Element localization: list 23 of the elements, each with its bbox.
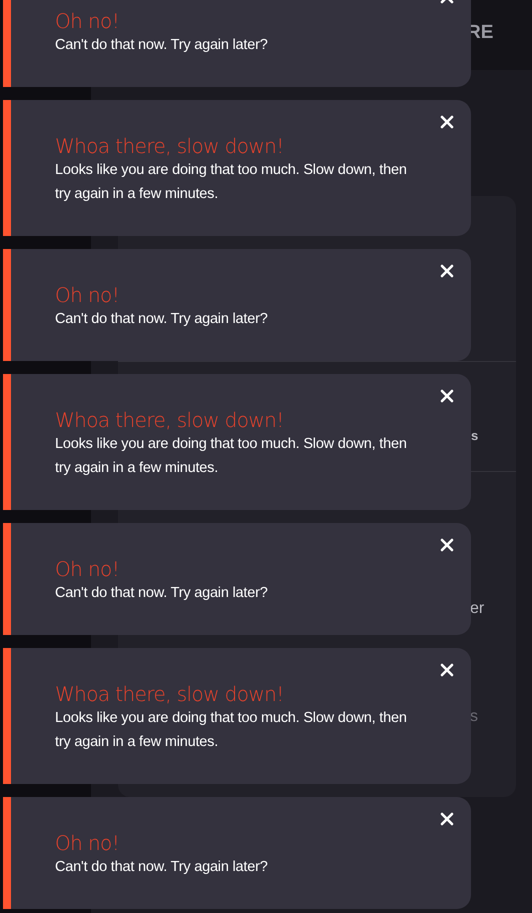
toast-message: Can't do that now. Try again later? <box>55 36 269 55</box>
close-icon[interactable] <box>440 389 454 403</box>
close-icon[interactable] <box>440 812 454 826</box>
post-text: er <box>470 600 484 618</box>
toast-title: Oh no! <box>55 282 120 308</box>
toast-title: Whoa there, slow down! <box>55 133 285 159</box>
toast-title: Oh no! <box>55 8 120 34</box>
close-icon[interactable] <box>440 663 454 677</box>
toast-title: Whoa there, slow down! <box>55 407 285 433</box>
toast-message: Can't do that now. Try again later? <box>55 858 269 877</box>
toast-message: Looks like you are doing that too much. Slow down, then try again in a few minutes. <box>55 709 408 752</box>
toast-title: Oh no! <box>55 556 120 582</box>
toast-message: Can't do that now. Try again later? <box>55 584 269 603</box>
close-icon[interactable] <box>440 538 454 552</box>
toast-message: Can't do that now. Try again later? <box>55 310 269 329</box>
post-text: s <box>470 708 478 726</box>
toast-title: Whoa there, slow down! <box>55 681 285 707</box>
toast-title: Oh no! <box>55 830 120 856</box>
close-icon[interactable] <box>440 115 454 129</box>
toast-message: Looks like you are doing that too much. Slow down, then try again in a few minutes. <box>55 435 408 478</box>
toast-message: Looks like you are doing that too much. Slow down, then try again in a few minutes. <box>55 161 408 204</box>
close-icon[interactable] <box>440 264 454 278</box>
post-text: s <box>471 428 478 443</box>
